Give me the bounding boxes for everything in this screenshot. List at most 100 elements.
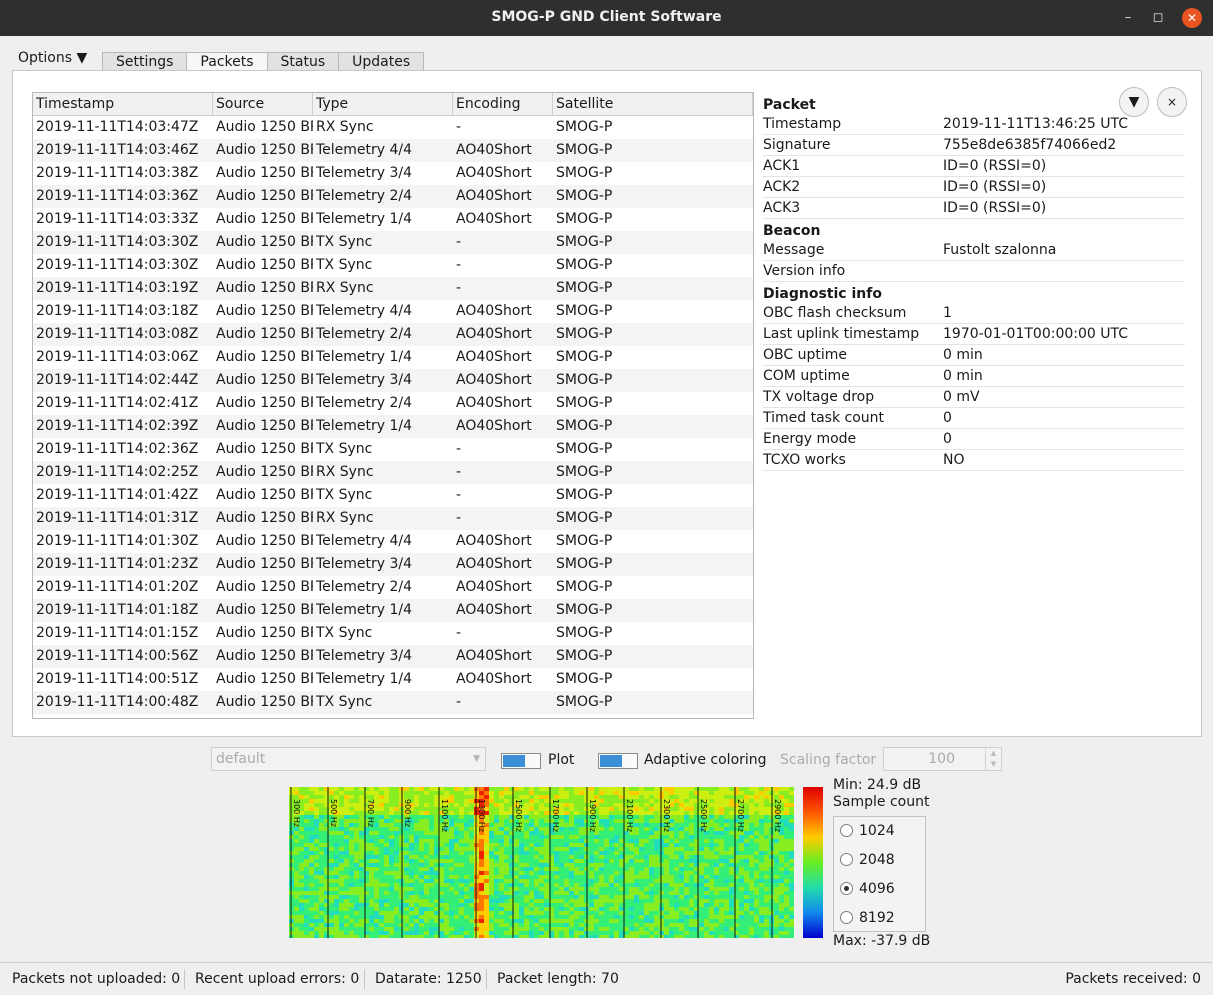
- waterfall-cell: [759, 799, 764, 803]
- table-row[interactable]: 2019-11-11T14:00:56ZAudio 1250 BPSKTelem…: [33, 645, 753, 668]
- waterfall-cell: [484, 907, 489, 911]
- plot-toggle[interactable]: [501, 753, 541, 769]
- column-header-source[interactable]: Source: [213, 93, 313, 115]
- waterfall-cell: [779, 895, 784, 899]
- waterfall-cell: [514, 927, 519, 931]
- waterfall-cell: [669, 931, 674, 935]
- waterfall-cell: [634, 927, 639, 931]
- waterfall-cell: [724, 831, 729, 835]
- waterfall-cell: [749, 895, 754, 899]
- column-header-satellite[interactable]: Satellite: [553, 93, 753, 115]
- table-row[interactable]: 2019-11-11T14:02:36ZAudio 1250 BPSKTX Sy…: [33, 438, 753, 461]
- column-header-encoding[interactable]: Encoding: [453, 93, 553, 115]
- table-row[interactable]: 2019-11-11T14:03:46ZAudio 1250 BPSKTelem…: [33, 139, 753, 162]
- table-row[interactable]: 2019-11-11T14:01:30ZAudio 1250 BPSKTelem…: [33, 530, 753, 553]
- profile-combo[interactable]: default ▼: [211, 747, 486, 771]
- waterfall-cell: [484, 791, 489, 795]
- packet-table[interactable]: Timestamp Source Type Encoding Satellite…: [32, 92, 754, 719]
- minimize-button[interactable]: –: [1118, 8, 1138, 28]
- expand-button[interactable]: ▼: [1119, 87, 1149, 117]
- waterfall-cell: [649, 899, 654, 903]
- waterfall-cell: [729, 871, 734, 875]
- tab-packets[interactable]: Packets: [186, 52, 268, 71]
- table-row[interactable]: 2019-11-11T14:02:44ZAudio 1250 BPSKTelem…: [33, 369, 753, 392]
- table-row[interactable]: 2019-11-11T14:00:51ZAudio 1250 BPSKTelem…: [33, 668, 753, 691]
- table-row[interactable]: 2019-11-11T14:03:19ZAudio 1250 BPSKRX Sy…: [33, 277, 753, 300]
- waterfall-cell: [704, 899, 709, 903]
- waterfall-cell: [784, 847, 789, 851]
- waterfall-cell: [729, 903, 734, 907]
- table-row[interactable]: 2019-11-11T14:00:48ZAudio 1250 BPSKTX Sy…: [33, 691, 753, 714]
- sample-count-option-8192[interactable]: 8192: [840, 908, 895, 928]
- table-row[interactable]: 2019-11-11T14:01:23ZAudio 1250 BPSKTelem…: [33, 553, 753, 576]
- waterfall-cell: [684, 839, 689, 843]
- waterfall-cell: [314, 823, 319, 827]
- table-row[interactable]: 2019-11-11T14:03:47ZAudio 1250 BPSKRX Sy…: [33, 116, 753, 139]
- waterfall-cell: [679, 863, 684, 867]
- sample-count-option-2048[interactable]: 2048: [840, 850, 895, 870]
- table-row[interactable]: 2019-11-11T14:03:08ZAudio 1250 BPSKTelem…: [33, 323, 753, 346]
- waterfall-cell: [559, 871, 564, 875]
- table-row[interactable]: 2019-11-11T14:02:25ZAudio 1250 BPSKRX Sy…: [33, 461, 753, 484]
- waterfall-cell: [529, 811, 534, 815]
- table-row[interactable]: 2019-11-11T14:03:36ZAudio 1250 BPSKTelem…: [33, 185, 753, 208]
- scaling-factor-spinbox[interactable]: 100 ▲ ▼: [883, 747, 1002, 771]
- table-row[interactable]: 2019-11-11T14:03:06ZAudio 1250 BPSKTelem…: [33, 346, 753, 369]
- waterfall-cell: [429, 899, 434, 903]
- waterfall-cell: [709, 899, 714, 903]
- waterfall-cell: [614, 803, 619, 807]
- waterfall-cell: [299, 919, 304, 923]
- waterfall-cell: [374, 887, 379, 891]
- waterfall-cell: [569, 911, 574, 915]
- waterfall-cell: [469, 791, 474, 795]
- table-row[interactable]: 2019-11-11T14:01:42ZAudio 1250 BPSKTX Sy…: [33, 484, 753, 507]
- table-row[interactable]: 2019-11-11T14:02:41ZAudio 1250 BPSKTelem…: [33, 392, 753, 415]
- waterfall-cell: [714, 903, 719, 907]
- spin-buttons[interactable]: ▲ ▼: [985, 748, 1001, 770]
- waterfall-cell: [664, 915, 669, 919]
- waterfall-cell: [704, 871, 709, 875]
- table-row[interactable]: 2019-11-11T14:03:33ZAudio 1250 BPSKTelem…: [33, 208, 753, 231]
- table-row[interactable]: 2019-11-11T14:01:20ZAudio 1250 BPSKTelem…: [33, 576, 753, 599]
- tab-updates[interactable]: Updates: [338, 52, 425, 71]
- waterfall-cell: [564, 915, 569, 919]
- table-row[interactable]: 2019-11-11T14:01:31ZAudio 1250 BPSKRX Sy…: [33, 507, 753, 530]
- sample-count-option-4096[interactable]: 4096: [840, 879, 895, 899]
- waterfall-cell: [624, 847, 629, 851]
- table-row[interactable]: 2019-11-11T14:02:39ZAudio 1250 BPSKTelem…: [33, 415, 753, 438]
- table-row[interactable]: 2019-11-11T14:03:30ZAudio 1250 BPSKTX Sy…: [33, 254, 753, 277]
- waterfall-cell: [784, 887, 789, 891]
- sample-count-option-1024[interactable]: 1024: [840, 821, 895, 841]
- table-row[interactable]: 2019-11-11T14:03:18ZAudio 1250 BPSKTelem…: [33, 300, 753, 323]
- waterfall-cell: [699, 895, 704, 899]
- waterfall-cell: [329, 787, 334, 791]
- waterfall-cell: [359, 843, 364, 847]
- color-scale-bar: [803, 787, 823, 938]
- close-detail-button[interactable]: ×: [1157, 87, 1187, 117]
- tab-settings[interactable]: Settings: [102, 52, 188, 71]
- waterfall-cell: [484, 927, 489, 931]
- waterfall-cell: [494, 867, 499, 871]
- table-row[interactable]: 2019-11-11T14:03:30ZAudio 1250 BPSKTX Sy…: [33, 231, 753, 254]
- column-header-type[interactable]: Type: [313, 93, 453, 115]
- column-header-timestamp[interactable]: Timestamp: [33, 93, 213, 115]
- waterfall-cell: [569, 879, 574, 883]
- adaptive-coloring-toggle[interactable]: [598, 753, 638, 769]
- tab-status[interactable]: Status: [266, 52, 340, 71]
- waterfall-cell: [689, 911, 694, 915]
- table-row[interactable]: 2019-11-11T14:03:38ZAudio 1250 BPSKTelem…: [33, 162, 753, 185]
- maximize-button[interactable]: ◻: [1148, 8, 1168, 28]
- close-window-button[interactable]: ✕: [1182, 8, 1202, 28]
- waterfall-cell: [524, 887, 529, 891]
- waterfall-cell: [624, 843, 629, 847]
- waterfall-cell: [569, 895, 574, 899]
- table-row[interactable]: 2019-11-11T14:01:18ZAudio 1250 BPSKTelem…: [33, 599, 753, 622]
- table-row[interactable]: 2019-11-11T14:01:15ZAudio 1250 BPSKTX Sy…: [33, 622, 753, 645]
- waterfall-cell: [754, 871, 759, 875]
- waterfall-cell: [534, 855, 539, 859]
- waterfall-cell: [594, 875, 599, 879]
- waterfall-cell: [539, 787, 544, 791]
- waterfall-cell: [579, 895, 584, 899]
- options-menu[interactable]: Options ▼: [18, 50, 87, 66]
- waterfall-cell: [614, 855, 619, 859]
